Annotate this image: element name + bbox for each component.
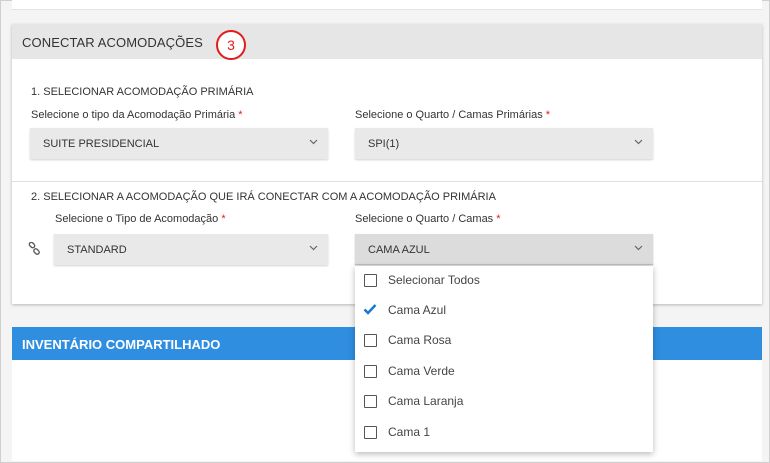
dropdown-option-cama-laranja[interactable]: Cama Laranja bbox=[355, 387, 653, 417]
checkmark-icon[interactable] bbox=[363, 303, 377, 316]
primary-type-value: SUITE PRESIDENCIAL bbox=[43, 138, 160, 150]
accommodation-type-label: Selecione o Tipo de Acomodação * bbox=[55, 213, 226, 225]
dropdown-option-cama-1[interactable]: Cama 1 bbox=[355, 418, 653, 448]
required-marker: * bbox=[238, 109, 243, 121]
required-marker: * bbox=[496, 213, 501, 225]
step-number-badge: 3 bbox=[216, 30, 246, 60]
room-beds-value: CAMA AZUL bbox=[368, 244, 430, 256]
primary-room-value: SPI(1) bbox=[368, 138, 400, 150]
option-label: Cama Azul bbox=[388, 303, 447, 317]
primary-room-label: Selecione o Quarto / Camas Primárias * bbox=[355, 109, 550, 121]
connect-accommodations-card: CONECTAR ACOMODAÇÕES 3 1. SELECIONAR ACO… bbox=[12, 24, 762, 304]
room-beds-dropdown: Selecionar Todos Cama Azul Cama Rosa Cam… bbox=[355, 266, 653, 452]
accommodation-type-label-text: Selecione o Tipo de Acomodação bbox=[55, 213, 219, 225]
room-beds-label-text: Selecione o Quarto / Camas bbox=[355, 213, 494, 225]
checkbox-icon[interactable] bbox=[364, 426, 377, 439]
required-marker: * bbox=[545, 109, 551, 121]
accommodation-type-value: STANDARD bbox=[67, 244, 127, 256]
option-label: Selecionar Todos bbox=[388, 273, 480, 287]
primary-type-select[interactable]: SUITE PRESIDENCIAL bbox=[30, 128, 328, 159]
checkbox-icon[interactable] bbox=[364, 395, 377, 408]
checkbox-icon[interactable] bbox=[364, 274, 377, 287]
shared-inventory-title: INVENTÁRIO COMPARTILHADO bbox=[22, 337, 221, 352]
accommodation-type-select[interactable]: STANDARD bbox=[54, 234, 328, 265]
link-icon bbox=[28, 242, 40, 255]
checkbox-icon[interactable] bbox=[364, 365, 377, 378]
dropdown-option-cama-rosa[interactable]: Cama Rosa bbox=[355, 326, 653, 356]
primary-type-label: Selecione o tipo da Acomodação Primária … bbox=[31, 109, 243, 121]
card-title: CONECTAR ACOMODAÇÕES bbox=[22, 35, 203, 50]
primary-room-select[interactable]: SPI(1) bbox=[355, 128, 653, 159]
primary-type-label-text: Selecione o tipo da Acomodação Primária bbox=[31, 109, 236, 121]
chevron-down-icon bbox=[634, 139, 643, 145]
chevron-down-icon bbox=[634, 245, 643, 251]
room-beds-label: Selecione o Quarto / Camas * bbox=[355, 213, 501, 225]
dropdown-option-select-all[interactable]: Selecionar Todos bbox=[355, 266, 653, 296]
option-label: Cama 1 bbox=[388, 425, 431, 439]
section-divider bbox=[12, 181, 762, 182]
dropdown-option-cama-azul[interactable]: Cama Azul bbox=[355, 296, 653, 326]
checkbox-icon[interactable] bbox=[364, 334, 377, 347]
card-header: CONECTAR ACOMODAÇÕES 3 bbox=[12, 24, 762, 60]
required-marker: * bbox=[221, 213, 226, 225]
option-label: Cama Verde bbox=[388, 364, 455, 378]
dropdown-option-cama-verde[interactable]: Cama Verde bbox=[355, 357, 653, 387]
previous-panel-edge bbox=[12, 0, 762, 10]
chevron-down-icon bbox=[309, 139, 318, 145]
section-1-label: 1. SELECIONAR ACOMODAÇÃO PRIMÁRIA bbox=[31, 86, 254, 98]
primary-room-label-text: Selecione o Quarto / Camas Primárias bbox=[355, 109, 543, 121]
chevron-down-icon bbox=[309, 245, 318, 251]
option-label: Cama Rosa bbox=[388, 333, 452, 347]
option-label: Cama Laranja bbox=[388, 394, 464, 408]
section-2-label: 2. SELECIONAR A ACOMODAÇÃO QUE IRÁ CONEC… bbox=[31, 191, 496, 203]
room-beds-select[interactable]: CAMA AZUL bbox=[355, 234, 653, 265]
